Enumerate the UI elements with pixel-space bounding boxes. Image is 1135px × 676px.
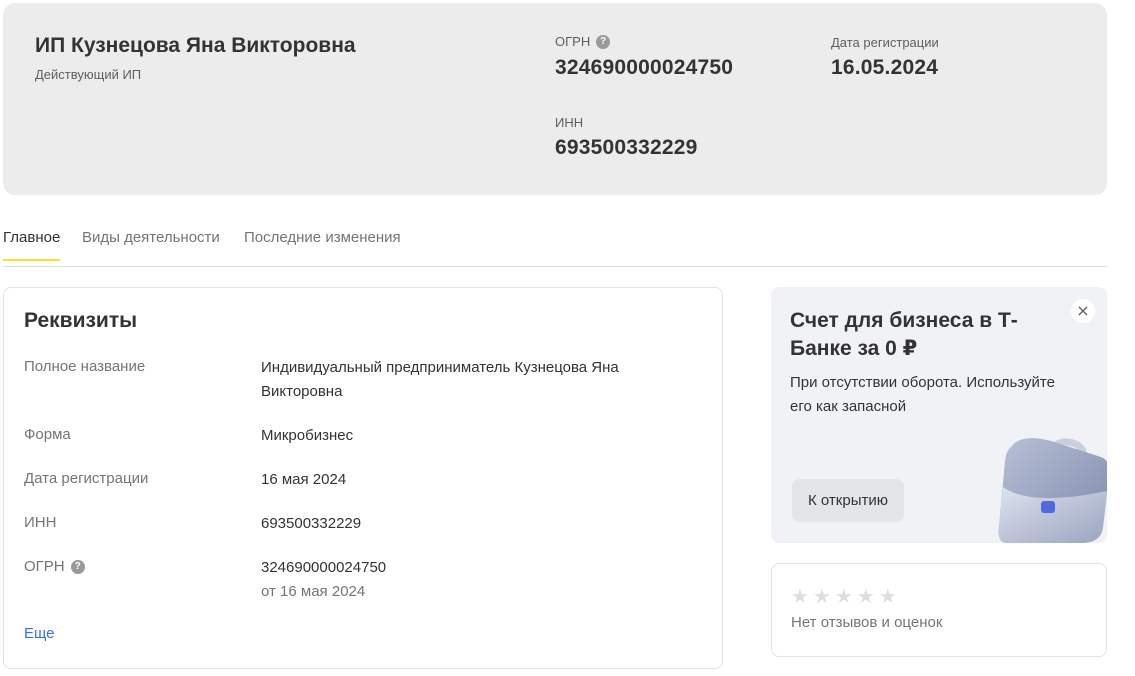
ogrn-label: ОГРН ? bbox=[555, 34, 611, 49]
star-icon[interactable]: ★ bbox=[835, 586, 853, 606]
help-icon[interactable]: ? bbox=[596, 34, 611, 49]
company-header-card: ИП Кузнецова Яна Викторовна Действующий … bbox=[3, 3, 1107, 195]
promo-text: При отсутствии оборота. Используйте его … bbox=[790, 374, 1055, 415]
ogrn-row-label-text: ОГРН bbox=[24, 558, 65, 575]
reg-date-label: Дата регистрации bbox=[831, 35, 939, 50]
ogrn-label-text: ОГРН bbox=[555, 34, 591, 49]
promo-title: Счет для бизнеса в Т-Банке за 0 ₽ bbox=[790, 309, 1018, 360]
reviews-card: ★ ★ ★ ★ ★ Нет отзывов и оценок bbox=[771, 563, 1107, 657]
open-account-button[interactable]: К открытию bbox=[792, 479, 904, 522]
ogrn-row-label: ОГРН ? bbox=[24, 558, 85, 575]
form-label: Форма bbox=[24, 426, 71, 443]
star-icon[interactable]: ★ bbox=[791, 586, 809, 606]
requisites-title: Реквизиты bbox=[24, 309, 138, 332]
tab-activities[interactable]: Виды деятельности bbox=[82, 229, 220, 261]
more-link[interactable]: Еще bbox=[24, 625, 55, 642]
briefcase-icon bbox=[998, 438, 1107, 543]
close-icon[interactable]: × bbox=[1071, 299, 1095, 323]
inn-value: 693500332229 bbox=[555, 136, 698, 159]
company-status: Действующий ИП bbox=[35, 67, 142, 82]
ogrn-value: 324690000024750 bbox=[555, 56, 734, 79]
star-icon[interactable]: ★ bbox=[857, 586, 875, 606]
no-reviews-text: Нет отзывов и оценок bbox=[791, 614, 943, 631]
registration-date-label: Дата регистрации bbox=[24, 470, 149, 487]
help-icon[interactable]: ? bbox=[70, 559, 85, 574]
tab-bar: Главное Виды деятельности Последние изме… bbox=[3, 222, 1107, 267]
company-name: ИП Кузнецова Яна Викторовна bbox=[35, 34, 356, 57]
star-icon[interactable]: ★ bbox=[879, 586, 897, 606]
tab-main[interactable]: Главное bbox=[3, 229, 61, 261]
rating-stars[interactable]: ★ ★ ★ ★ ★ bbox=[791, 586, 897, 606]
form-value: Микробизнес bbox=[261, 427, 354, 444]
ogrn-row-value: 324690000024750 от 16 мая 2024 bbox=[261, 556, 681, 604]
promo-card: Счет для бизнеса в Т-Банке за 0 ₽ При от… bbox=[771, 287, 1107, 543]
full-name-label: Полное название bbox=[24, 358, 146, 375]
star-icon[interactable]: ★ bbox=[813, 586, 831, 606]
registration-date-value: 16 мая 2024 bbox=[261, 471, 347, 488]
reg-date-value: 16.05.2024 bbox=[831, 56, 939, 79]
full-name-value: Индивидуальный предприниматель Кузнецова… bbox=[261, 359, 619, 400]
ogrn-row-number: 324690000024750 bbox=[261, 559, 387, 576]
tab-recent-changes[interactable]: Последние изменения bbox=[244, 229, 401, 261]
inn-row-value: 693500332229 bbox=[261, 515, 362, 532]
ogrn-row-date: от 16 мая 2024 bbox=[261, 583, 366, 600]
requisites-card: Реквизиты Полное название Индивидуальный… bbox=[3, 287, 723, 669]
inn-row-label: ИНН bbox=[24, 514, 57, 531]
inn-label: ИНН bbox=[555, 115, 584, 130]
